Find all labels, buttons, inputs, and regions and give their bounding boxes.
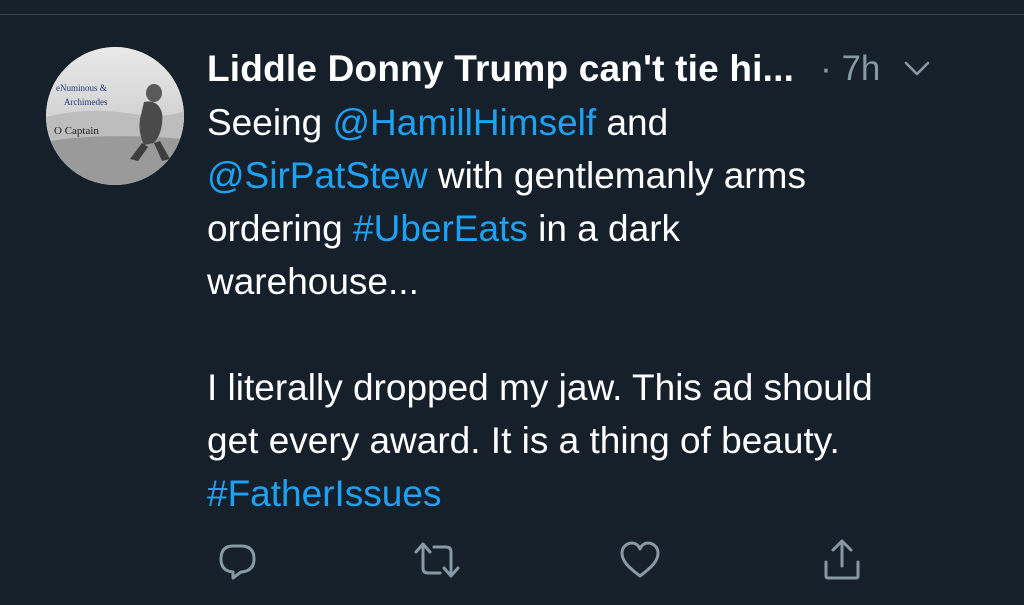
- tweet-text-segment: get every award. It is a thing of beauty…: [207, 420, 840, 461]
- tweet-text-line: Seeing @HamillHimself and: [207, 96, 997, 149]
- avatar[interactable]: eNuminous & Archimedes O Captain: [46, 47, 184, 185]
- avatar-caption-2: Archimedes: [64, 97, 108, 107]
- share-button[interactable]: [817, 535, 867, 585]
- tweet-header: Liddle Donny Trump can't tie hi... · 7h: [207, 44, 997, 94]
- tweet-text-line: get every award. It is a thing of beauty…: [207, 414, 997, 467]
- author-name[interactable]: Liddle Donny Trump can't tie hi...: [207, 48, 794, 90]
- tweet-text-segment: Seeing: [207, 102, 333, 143]
- avatar-caption-1: eNuminous &: [56, 83, 107, 93]
- tweet[interactable]: eNuminous & Archimedes O Captain Liddle …: [0, 0, 1024, 605]
- share-icon: [824, 539, 860, 580]
- tweet-text-segment: and: [596, 102, 669, 143]
- retweet-button[interactable]: [412, 535, 462, 585]
- tweet-text-segment: I literally dropped my jaw. This ad shou…: [207, 367, 873, 408]
- hashtag-link[interactable]: #FatherIssues: [207, 473, 441, 514]
- retweet-icon: [414, 542, 460, 578]
- tweet-text-line: I literally dropped my jaw. This ad shou…: [207, 361, 997, 414]
- tweet-text-segment: warehouse...: [207, 261, 419, 302]
- tweet-text: Seeing @HamillHimself and @SirPatStew wit…: [207, 96, 997, 520]
- tweet-text-line: @SirPatStew with gentlemanly arms: [207, 149, 997, 202]
- reply-icon: [219, 544, 256, 580]
- chevron-down-icon[interactable]: [902, 54, 932, 84]
- tweet-text-line: ordering #UberEats in a dark: [207, 202, 997, 255]
- mention-link[interactable]: @SirPatStew: [207, 155, 428, 196]
- tweet-text-line: #FatherIssues: [207, 467, 997, 520]
- avatar-caption-3: O Captain: [54, 125, 99, 137]
- tweet-actions: [207, 535, 887, 585]
- like-button[interactable]: [615, 535, 665, 585]
- reply-button[interactable]: [212, 535, 262, 585]
- tweet-text-segment: with gentlemanly arms: [427, 155, 806, 196]
- hashtag-link[interactable]: #UberEats: [353, 208, 528, 249]
- tweet-text-line: warehouse...: [207, 255, 997, 308]
- mention-link[interactable]: @HamillHimself: [333, 102, 597, 143]
- tweet-text-segment: in a dark: [527, 208, 681, 249]
- tweet-timestamp[interactable]: · 7h: [820, 49, 880, 89]
- heart-icon: [620, 541, 660, 578]
- tweet-text-segment: ordering: [207, 208, 354, 249]
